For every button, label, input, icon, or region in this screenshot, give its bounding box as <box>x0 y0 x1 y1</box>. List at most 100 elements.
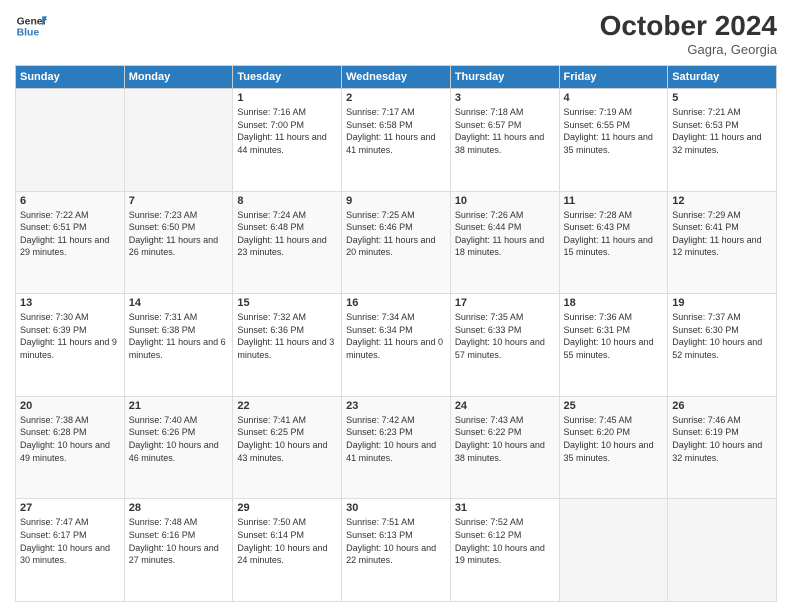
day-number: 8 <box>237 195 337 207</box>
day-number: 6 <box>20 195 120 207</box>
calendar-week-3: 13Sunrise: 7:30 AM Sunset: 6:39 PM Dayli… <box>16 294 777 397</box>
calendar-cell: 25Sunrise: 7:45 AM Sunset: 6:20 PM Dayli… <box>559 396 668 499</box>
calendar-week-4: 20 Sunrise: 7:38 AM Sunset: 6:28 PM Dayli… <box>16 396 777 499</box>
day-info: Sunrise: 7:23 AM Sunset: 6:50 PM Dayligh… <box>129 209 229 259</box>
day-info: Sunrise: 7:41 AM Sunset: 6:25 PM Dayligh… <box>237 414 337 464</box>
day-number: 1 <box>237 92 337 104</box>
day-number: 23 <box>346 400 446 412</box>
weekday-header-sunday: Sunday <box>16 66 125 89</box>
day-number: 18 <box>564 297 664 309</box>
calendar-cell: 20 Sunrise: 7:38 AM Sunset: 6:28 PM Dayli… <box>16 396 125 499</box>
calendar-cell: 21 Sunrise: 7:40 AM Sunset: 6:26 PM Dayli… <box>124 396 233 499</box>
weekday-header-row: SundayMondayTuesdayWednesdayThursdayFrid… <box>16 66 777 89</box>
day-info: Sunrise: 7:45 AM Sunset: 6:20 PM Dayligh… <box>564 414 664 464</box>
day-info: Sunrise: 7:37 AM Sunset: 6:30 PM Dayligh… <box>672 311 772 361</box>
day-number: 11 <box>564 195 664 207</box>
day-number: 17 <box>455 297 555 309</box>
day-number: 20 <box>20 400 120 412</box>
month-title: October 2024 <box>600 10 777 42</box>
day-info: Sunrise: 7:17 AM Sunset: 6:58 PM Dayligh… <box>346 106 446 156</box>
day-info: Sunrise: 7:19 AM Sunset: 6:55 PM Dayligh… <box>564 106 664 156</box>
svg-text:Blue: Blue <box>17 28 40 39</box>
day-info: Sunrise: 7:21 AM Sunset: 6:53 PM Dayligh… <box>672 106 772 156</box>
day-info: Sunrise: 7:43 AM Sunset: 6:22 PM Dayligh… <box>455 414 555 464</box>
calendar-cell: 12 Sunrise: 7:29 AM Sunset: 6:41 PM Dayli… <box>668 191 777 294</box>
calendar-cell: 6 Sunrise: 7:22 AM Sunset: 6:51 PM Daylig… <box>16 191 125 294</box>
calendar-week-5: 27 Sunrise: 7:47 AM Sunset: 6:17 PM Dayli… <box>16 499 777 602</box>
calendar-cell: 16 Sunrise: 7:34 AM Sunset: 6:34 PM Dayli… <box>342 294 451 397</box>
day-info: Sunrise: 7:28 AM Sunset: 6:43 PM Dayligh… <box>564 209 664 259</box>
calendar-cell: 17 Sunrise: 7:35 AM Sunset: 6:33 PM Dayli… <box>450 294 559 397</box>
day-number: 9 <box>346 195 446 207</box>
calendar-week-2: 6 Sunrise: 7:22 AM Sunset: 6:51 PM Daylig… <box>16 191 777 294</box>
day-number: 7 <box>129 195 229 207</box>
calendar-cell: 26 Sunrise: 7:46 AM Sunset: 6:19 PM Dayli… <box>668 396 777 499</box>
day-number: 2 <box>346 92 446 104</box>
day-number: 30 <box>346 502 446 514</box>
calendar-cell <box>559 499 668 602</box>
day-info: Sunrise: 7:32 AM Sunset: 6:36 PM Dayligh… <box>237 311 337 361</box>
day-number: 10 <box>455 195 555 207</box>
calendar-cell: 24 Sunrise: 7:43 AM Sunset: 6:22 PM Dayli… <box>450 396 559 499</box>
calendar-cell: 2 Sunrise: 7:17 AM Sunset: 6:58 PM Daylig… <box>342 89 451 192</box>
calendar-cell: 13Sunrise: 7:30 AM Sunset: 6:39 PM Dayli… <box>16 294 125 397</box>
day-info: Sunrise: 7:48 AM Sunset: 6:16 PM Dayligh… <box>129 516 229 566</box>
day-number: 12 <box>672 195 772 207</box>
weekday-header-saturday: Saturday <box>668 66 777 89</box>
day-number: 26 <box>672 400 772 412</box>
header: General Blue October 2024 Gagra, Georgia <box>15 10 777 57</box>
calendar-cell <box>668 499 777 602</box>
day-info: Sunrise: 7:25 AM Sunset: 6:46 PM Dayligh… <box>346 209 446 259</box>
calendar-cell: 29 Sunrise: 7:50 AM Sunset: 6:14 PM Dayli… <box>233 499 342 602</box>
title-area: October 2024 Gagra, Georgia <box>600 10 777 57</box>
day-number: 5 <box>672 92 772 104</box>
calendar-cell: 7 Sunrise: 7:23 AM Sunset: 6:50 PM Daylig… <box>124 191 233 294</box>
calendar-cell: 3 Sunrise: 7:18 AM Sunset: 6:57 PM Daylig… <box>450 89 559 192</box>
day-number: 22 <box>237 400 337 412</box>
day-info: Sunrise: 7:16 AM Sunset: 7:00 PM Dayligh… <box>237 106 337 156</box>
day-info: Sunrise: 7:18 AM Sunset: 6:57 PM Dayligh… <box>455 106 555 156</box>
day-info: Sunrise: 7:31 AM Sunset: 6:38 PM Dayligh… <box>129 311 229 361</box>
calendar-cell: 30 Sunrise: 7:51 AM Sunset: 6:13 PM Dayli… <box>342 499 451 602</box>
calendar-cell: 4 Sunrise: 7:19 AM Sunset: 6:55 PM Daylig… <box>559 89 668 192</box>
day-number: 16 <box>346 297 446 309</box>
day-number: 28 <box>129 502 229 514</box>
day-info: Sunrise: 7:22 AM Sunset: 6:51 PM Dayligh… <box>20 209 120 259</box>
calendar-cell: 10Sunrise: 7:26 AM Sunset: 6:44 PM Dayli… <box>450 191 559 294</box>
weekday-header-thursday: Thursday <box>450 66 559 89</box>
day-info: Sunrise: 7:29 AM Sunset: 6:41 PM Dayligh… <box>672 209 772 259</box>
day-number: 3 <box>455 92 555 104</box>
day-info: Sunrise: 7:42 AM Sunset: 6:23 PM Dayligh… <box>346 414 446 464</box>
calendar-table: SundayMondayTuesdayWednesdayThursdayFrid… <box>15 65 777 602</box>
day-info: Sunrise: 7:51 AM Sunset: 6:13 PM Dayligh… <box>346 516 446 566</box>
day-number: 24 <box>455 400 555 412</box>
calendar-cell: 28 Sunrise: 7:48 AM Sunset: 6:16 PM Dayli… <box>124 499 233 602</box>
day-info: Sunrise: 7:52 AM Sunset: 6:12 PM Dayligh… <box>455 516 555 566</box>
day-info: Sunrise: 7:40 AM Sunset: 6:26 PM Dayligh… <box>129 414 229 464</box>
day-info: Sunrise: 7:50 AM Sunset: 6:14 PM Dayligh… <box>237 516 337 566</box>
calendar-cell: 9 Sunrise: 7:25 AM Sunset: 6:46 PM Daylig… <box>342 191 451 294</box>
day-number: 21 <box>129 400 229 412</box>
calendar-cell: 27 Sunrise: 7:47 AM Sunset: 6:17 PM Dayli… <box>16 499 125 602</box>
day-info: Sunrise: 7:35 AM Sunset: 6:33 PM Dayligh… <box>455 311 555 361</box>
day-info: Sunrise: 7:38 AM Sunset: 6:28 PM Dayligh… <box>20 414 120 464</box>
day-number: 27 <box>20 502 120 514</box>
day-number: 15 <box>237 297 337 309</box>
day-number: 29 <box>237 502 337 514</box>
calendar-cell: 31 Sunrise: 7:52 AM Sunset: 6:12 PM Dayli… <box>450 499 559 602</box>
calendar-cell: 8 Sunrise: 7:24 AM Sunset: 6:48 PM Daylig… <box>233 191 342 294</box>
day-number: 4 <box>564 92 664 104</box>
day-info: Sunrise: 7:34 AM Sunset: 6:34 PM Dayligh… <box>346 311 446 361</box>
day-info: Sunrise: 7:36 AM Sunset: 6:31 PM Dayligh… <box>564 311 664 361</box>
calendar-cell: 18 Sunrise: 7:36 AM Sunset: 6:31 PM Dayli… <box>559 294 668 397</box>
day-info: Sunrise: 7:47 AM Sunset: 6:17 PM Dayligh… <box>20 516 120 566</box>
calendar-cell: 23 Sunrise: 7:42 AM Sunset: 6:23 PM Dayli… <box>342 396 451 499</box>
day-number: 31 <box>455 502 555 514</box>
day-info: Sunrise: 7:30 AM Sunset: 6:39 PM Dayligh… <box>20 311 120 361</box>
calendar-cell: 1 Sunrise: 7:16 AM Sunset: 7:00 PM Daylig… <box>233 89 342 192</box>
calendar-cell: 19 Sunrise: 7:37 AM Sunset: 6:30 PM Dayli… <box>668 294 777 397</box>
day-info: Sunrise: 7:24 AM Sunset: 6:48 PM Dayligh… <box>237 209 337 259</box>
day-info: Sunrise: 7:46 AM Sunset: 6:19 PM Dayligh… <box>672 414 772 464</box>
calendar-week-1: 1 Sunrise: 7:16 AM Sunset: 7:00 PM Daylig… <box>16 89 777 192</box>
day-number: 19 <box>672 297 772 309</box>
